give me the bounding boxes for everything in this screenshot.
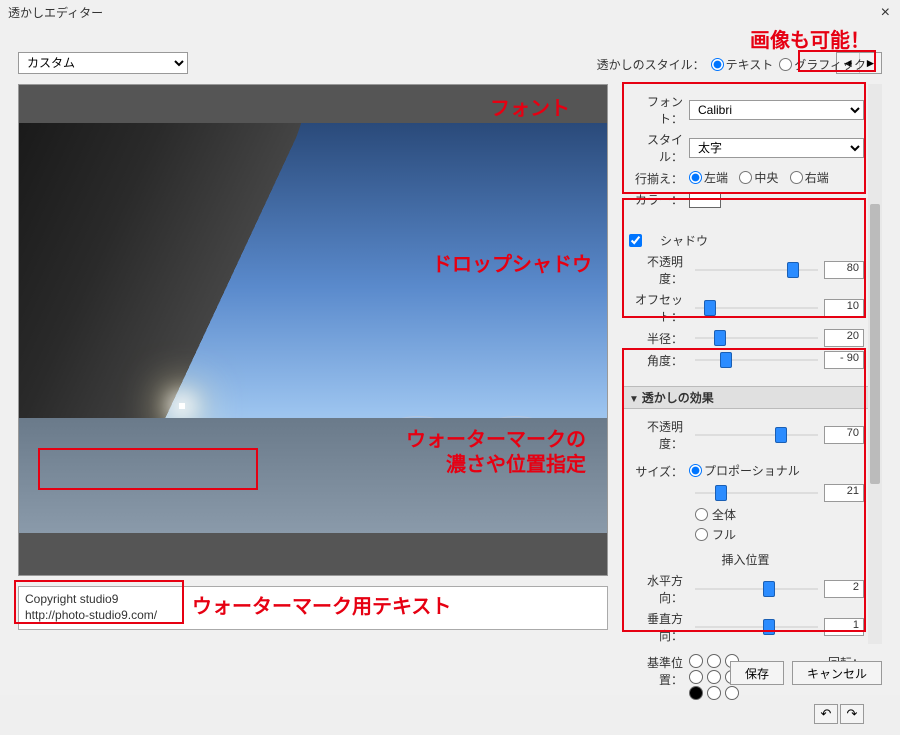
save-button[interactable]: 保存 [730,661,784,685]
preset-select[interactable]: カスタム [18,52,188,74]
align-left-radio[interactable]: 左端 [689,169,728,186]
shadow-opacity-label: 不透明度： [627,253,689,287]
fontstyle-label: スタイル： [627,131,689,165]
effects-group: 不透明度： 70 サイズ： プロポーショナル 21 [622,409,869,735]
watermark-preview: Copyright studio9 http://photo-studio9.c… [53,417,210,453]
h-value[interactable]: 2 [824,580,864,598]
fontstyle-select[interactable]: 太字 [689,138,864,158]
effect-opacity-label: 不透明度： [627,418,689,452]
color-well[interactable] [689,192,721,208]
align-center-radio[interactable]: 中央 [739,169,778,186]
align-right-radio[interactable]: 右端 [790,169,829,186]
size-slider[interactable] [695,484,818,502]
close-icon[interactable]: × [881,4,890,22]
effect-opacity-value[interactable]: 70 [824,426,864,444]
shadow-group: シャドウ 不透明度： 80 オフセット： 10 半径： [622,225,869,380]
shadow-radius-label: 半径： [627,330,689,347]
font-label: フォント： [627,93,689,127]
preview-area: Copyright studio9 http://photo-studio9.c… [18,84,608,576]
style-text-radio[interactable]: テキスト [711,56,774,73]
shadow-offset-slider[interactable] [695,299,818,317]
shadow-angle-value[interactable]: - 90 [824,351,864,369]
v-label: 垂直方向： [627,610,689,644]
h-slider[interactable] [695,580,818,598]
size-value[interactable]: 21 [824,484,864,502]
window-title: 透かしエディター [8,4,103,21]
style-label: 透かしのスタイル： [597,56,705,73]
shadow-radius-slider[interactable] [695,329,818,347]
shadow-checkbox[interactable] [629,234,642,247]
v-value[interactable]: 1 [824,618,864,636]
size-fill-radio[interactable]: フル [695,526,864,543]
size-full-radio[interactable]: 全体 [695,506,864,523]
style-graphic-radio[interactable]: グラフィック [779,56,866,73]
shadow-offset-label: オフセット： [627,291,689,325]
watermark-text-input[interactable]: Copyright studio9 http://photo-studio9.c… [18,586,608,630]
anchor-label: 基準位置： [627,654,689,688]
inset-label: 挿入位置 [627,551,864,568]
rotate-cw-button[interactable]: ↷ [840,704,864,724]
rotate-ccw-button[interactable]: ↶ [814,704,838,724]
effect-opacity-slider[interactable] [695,426,818,444]
shadow-title: シャドウ [660,232,708,249]
shadow-opacity-slider[interactable] [695,261,818,279]
shadow-opacity-value[interactable]: 80 [824,261,864,279]
cancel-button[interactable]: キャンセル [792,661,882,685]
effects-header[interactable]: 透かしの効果 [622,386,869,409]
align-label: 行揃え： [627,170,689,187]
panel-scrollbar[interactable] [868,84,882,644]
shadow-radius-value[interactable]: 20 [824,329,864,347]
size-label: サイズ： [627,463,689,480]
h-label: 水平方向： [627,572,689,606]
color-label: カラー： [627,191,689,208]
size-prop-radio[interactable]: プロポーショナル [689,462,800,479]
shadow-angle-slider[interactable] [695,351,818,369]
font-group: フォント： Calibri スタイル： 太字 行揃え： 左端 中央 右端 [622,84,869,219]
v-slider[interactable] [695,618,818,636]
font-select[interactable]: Calibri [689,100,864,120]
shadow-angle-label: 角度： [627,352,689,369]
shadow-offset-value[interactable]: 10 [824,299,864,317]
